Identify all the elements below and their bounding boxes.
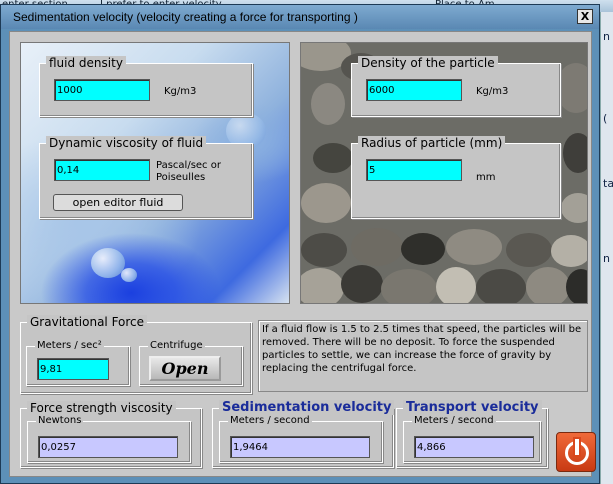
viscosity-unit-line2: Poiseulles [156, 172, 206, 183]
sedimentation-window: Sedimentation velocity (velocity creatin… [0, 4, 600, 484]
viscosity-input[interactable] [54, 159, 150, 181]
centrifuge-legend: Centrifuge [148, 340, 205, 351]
radius-input[interactable] [366, 159, 462, 181]
gravity-input[interactable] [37, 358, 109, 380]
window-client-area: fluid density Kg/m3 Dynamic viscosity of… [9, 31, 596, 477]
stone [301, 268, 344, 303]
fluid-density-legend: fluid density [46, 56, 126, 70]
transport-velocity-unit: Meters / second [412, 415, 496, 426]
water-photo: fluid density Kg/m3 Dynamic viscosity of… [20, 42, 290, 304]
transport-velocity-subgroup: Meters / second [403, 415, 541, 463]
centrifuge-subgroup: Centrifuge Open [139, 340, 243, 386]
particle-density-legend: Density of the particle [358, 56, 498, 70]
stone [381, 269, 437, 303]
pebbles-photo: Density of the particle Kg/m3 Radius of … [300, 42, 588, 304]
stone [526, 267, 570, 303]
viscosity-force-output[interactable] [38, 436, 178, 458]
bg-edge-char-2: ( [603, 112, 608, 125]
radius-legend: Radius of particle (mm) [358, 136, 506, 150]
sedimentation-velocity-subgroup: Meters / second [219, 415, 383, 463]
bg-edge-char-3: ta [603, 177, 613, 190]
sedimentation-velocity-legend: Sedimentation velocity [219, 400, 395, 415]
background-app-edge: n ( ta n [600, 12, 613, 484]
viscosity-force-legend: Force strength viscosity [27, 401, 176, 415]
quit-button[interactable] [556, 432, 596, 472]
viscosity-group: Dynamic viscosity of fluid Pascal/sec or… [39, 136, 253, 219]
stone [566, 269, 587, 303]
sedimentation-velocity-unit: Meters / second [228, 415, 312, 426]
water-drop-image [91, 248, 125, 278]
gravitational-force-group: Gravitational Force Meters / sec² Centri… [20, 315, 252, 394]
gravity-unit-legend: Meters / sec² [35, 340, 104, 351]
gravitational-force-legend: Gravitational Force [27, 315, 148, 329]
open-editor-fluid-button[interactable]: open editor fluid [53, 194, 183, 211]
close-icon: X [580, 10, 590, 23]
viscosity-legend: Dynamic viscosity of fluid [46, 136, 207, 150]
gravity-subgroup: Meters / sec² [26, 340, 130, 386]
stone [506, 233, 552, 267]
transport-velocity-group: Transport velocity Meters / second [396, 400, 548, 468]
stone [446, 229, 502, 265]
stone [311, 83, 345, 125]
stone [436, 267, 476, 303]
transport-velocity-output[interactable] [414, 436, 534, 458]
window-title: Sedimentation velocity (velocity creatin… [13, 10, 358, 24]
power-icon-bar [573, 437, 581, 457]
radius-unit: mm [476, 172, 496, 183]
radius-group: Radius of particle (mm) mm [351, 136, 561, 219]
stone [313, 143, 353, 173]
viscosity-force-group: Force strength viscosity Newtons [20, 401, 202, 468]
stone [401, 233, 445, 265]
info-text: If a fluid flow is 1.5 to 2.5 times that… [258, 320, 588, 392]
fluid-density-group: fluid density Kg/m3 [39, 56, 253, 117]
stone [301, 233, 347, 267]
stone [563, 133, 587, 173]
stone [301, 183, 351, 223]
sedimentation-velocity-output[interactable] [230, 436, 370, 458]
centrifuge-open-button[interactable]: Open [149, 356, 221, 381]
fluid-density-input[interactable] [54, 79, 150, 101]
title-bar[interactable]: Sedimentation velocity (velocity creatin… [1, 5, 599, 29]
stone [351, 228, 403, 266]
particle-density-input[interactable] [366, 79, 462, 101]
particle-density-group: Density of the particle Kg/m3 [351, 56, 561, 117]
fluid-density-unit: Kg/m3 [164, 86, 197, 97]
bg-edge-char-1: n [603, 30, 610, 43]
stone [551, 235, 587, 267]
stone [341, 265, 383, 303]
sedimentation-velocity-group: Sedimentation velocity Meters / second [212, 400, 395, 468]
stone [561, 193, 587, 223]
viscosity-force-subgroup: Newtons [27, 415, 191, 463]
particle-density-unit: Kg/m3 [476, 86, 509, 97]
viscosity-force-unit: Newtons [36, 415, 84, 426]
bg-edge-char-4: n [603, 252, 610, 265]
transport-velocity-legend: Transport velocity [403, 400, 542, 415]
close-button[interactable]: X [577, 9, 593, 24]
viscosity-unit-line1: Pascal/sec or [156, 160, 221, 171]
stone [476, 269, 526, 303]
water-drop-image [121, 268, 137, 282]
